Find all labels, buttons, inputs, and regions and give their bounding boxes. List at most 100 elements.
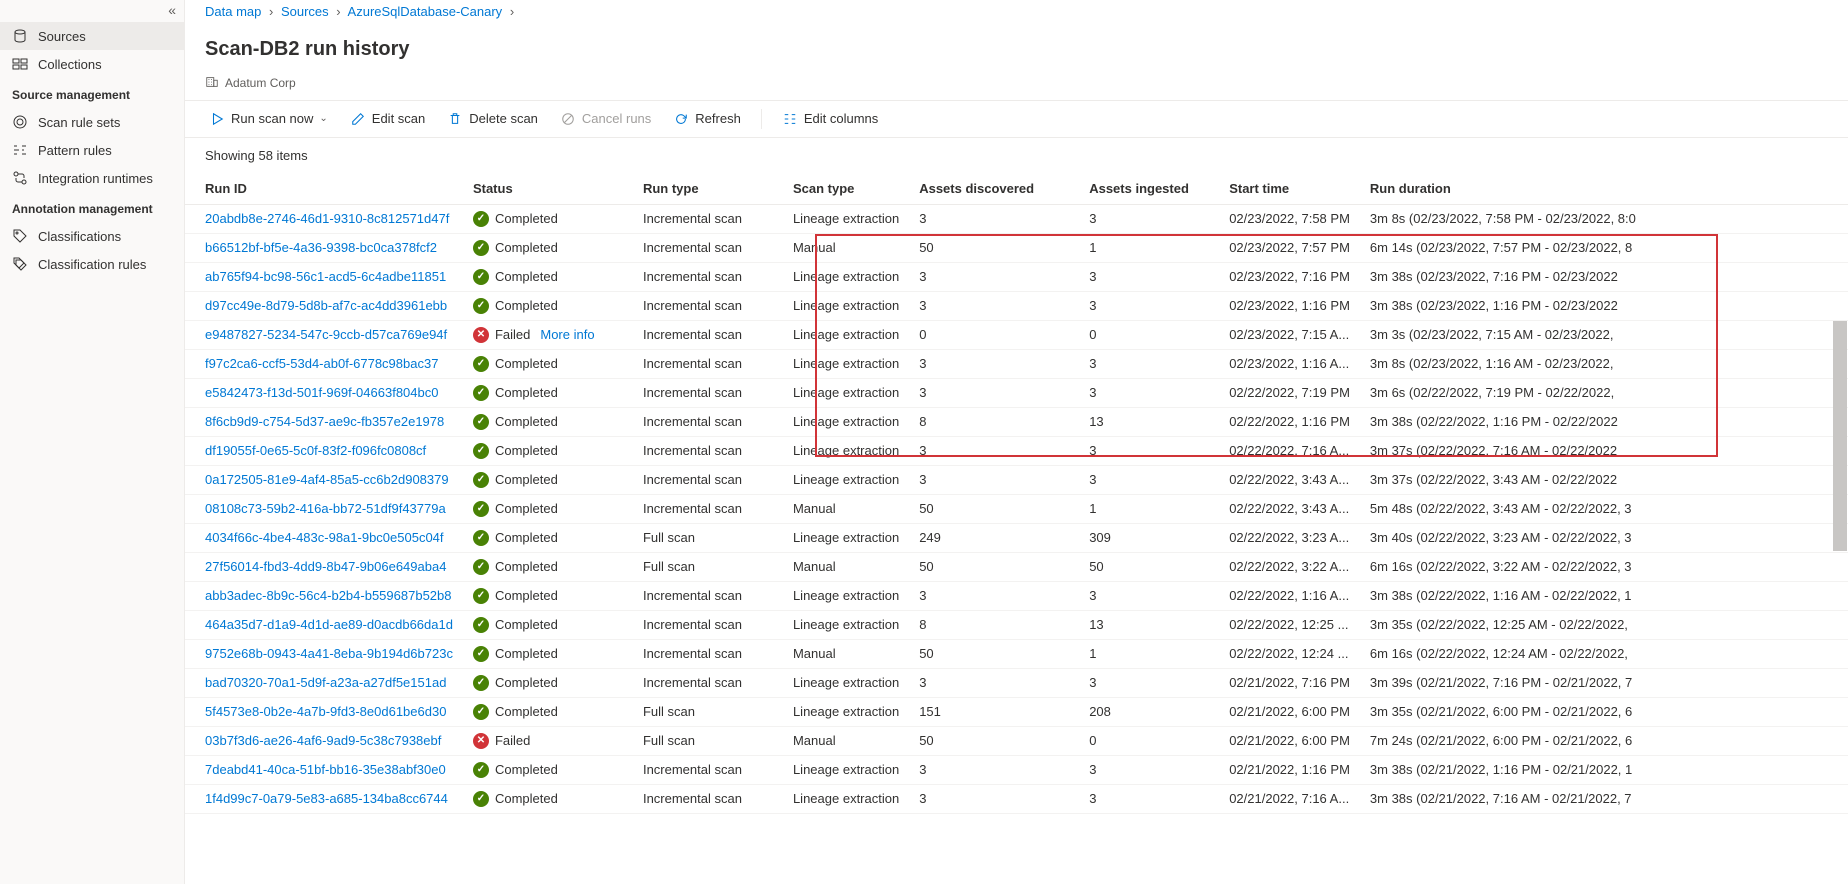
- cell-start: 02/22/2022, 1:16 PM: [1219, 407, 1360, 436]
- table-row[interactable]: abb3adec-8b9c-56c4-b2b4-b559687b52b8✓Com…: [185, 581, 1848, 610]
- table-row[interactable]: 8f6cb9d9-c754-5d37-ae9c-fb357e2e1978✓Com…: [185, 407, 1848, 436]
- cell-scantype: Lineage extraction: [783, 291, 909, 320]
- runid-link[interactable]: 5f4573e8-0b2e-4a7b-9fd3-8e0d61be6d30: [205, 704, 446, 719]
- result-summary: Showing 58 items: [185, 138, 1848, 173]
- runid-link[interactable]: 0a172505-81e9-4af4-85a5-cc6b2d908379: [205, 472, 449, 487]
- table-row[interactable]: 03b7f3d6-ae26-4af6-9ad9-5c38c7938ebf✕Fai…: [185, 726, 1848, 755]
- edit-columns-button[interactable]: Edit columns: [774, 107, 886, 131]
- table-row[interactable]: 5f4573e8-0b2e-4a7b-9fd3-8e0d61be6d30✓Com…: [185, 697, 1848, 726]
- refresh-button[interactable]: Refresh: [665, 107, 749, 131]
- col-scantype[interactable]: Scan type: [783, 173, 909, 205]
- toolbar: Run scan now ⌄ Edit scan Delete scan Ca: [185, 100, 1848, 138]
- runid-link[interactable]: 4034f66c-4be4-483c-98a1-9bc0e505c04f: [205, 530, 444, 545]
- cell-start: 02/21/2022, 6:00 PM: [1219, 726, 1360, 755]
- cell-runtype: Incremental scan: [633, 262, 783, 291]
- trash-icon: [447, 111, 463, 127]
- col-status[interactable]: Status: [463, 173, 633, 205]
- sidebar-item-sources[interactable]: Sources: [0, 22, 184, 50]
- col-assets-ingested[interactable]: Assets ingested: [1079, 173, 1219, 205]
- delete-scan-button[interactable]: Delete scan: [439, 107, 546, 131]
- edit-scan-button[interactable]: Edit scan: [342, 107, 433, 131]
- table-row[interactable]: 7deabd41-40ca-51bf-bb16-35e38abf30e0✓Com…: [185, 755, 1848, 784]
- runid-link[interactable]: e5842473-f13d-501f-969f-04663f804bc0: [205, 385, 438, 400]
- cell-start: 02/23/2022, 7:16 PM: [1219, 262, 1360, 291]
- sidebar-item-scan-rule-sets[interactable]: Scan rule sets: [0, 108, 184, 136]
- sidebar-item-label: Sources: [38, 29, 86, 44]
- cell-disc: 3: [909, 204, 1079, 233]
- table-row[interactable]: 4034f66c-4be4-483c-98a1-9bc0e505c04f✓Com…: [185, 523, 1848, 552]
- col-start-time[interactable]: Start time: [1219, 173, 1360, 205]
- collapse-icon[interactable]: «: [168, 2, 176, 18]
- runid-link[interactable]: b66512bf-bf5e-4a36-9398-bc0ca378fcf2: [205, 240, 437, 255]
- col-runid[interactable]: Run ID: [185, 173, 463, 205]
- table-row[interactable]: 1f4d99c7-0a79-5e83-a685-134ba8cc6744✓Com…: [185, 784, 1848, 813]
- col-run-duration[interactable]: Run duration: [1360, 173, 1848, 205]
- cell-scantype: Manual: [783, 726, 909, 755]
- runid-link[interactable]: d97cc49e-8d79-5d8b-af7c-ac4dd3961ebb: [205, 298, 447, 313]
- table-row[interactable]: 20abdb8e-2746-46d1-9310-8c812571d47f✓Com…: [185, 204, 1848, 233]
- runid-link[interactable]: 7deabd41-40ca-51bf-bb16-35e38abf30e0: [205, 762, 446, 777]
- run-scan-button[interactable]: Run scan now ⌄: [201, 107, 336, 131]
- table-row[interactable]: df19055f-0e65-5c0f-83f2-f096fc0808cf✓Com…: [185, 436, 1848, 465]
- breadcrumb: Data map › Sources › AzureSqlDatabase-Ca…: [185, 0, 1848, 23]
- table-row[interactable]: 464a35d7-d1a9-4d1d-ae89-d0acdb66da1d✓Com…: [185, 610, 1848, 639]
- sidebar-item-classifications[interactable]: Classifications: [0, 222, 184, 250]
- cell-disc: 50: [909, 552, 1079, 581]
- sidebar-item-collections[interactable]: Collections: [0, 50, 184, 78]
- cell-ing: 3: [1079, 291, 1219, 320]
- table-row[interactable]: e5842473-f13d-501f-969f-04663f804bc0✓Com…: [185, 378, 1848, 407]
- sidebar-item-pattern-rules[interactable]: Pattern rules: [0, 136, 184, 164]
- cell-scantype: Lineage extraction: [783, 407, 909, 436]
- table-row[interactable]: b66512bf-bf5e-4a36-9398-bc0ca378fcf2✓Com…: [185, 233, 1848, 262]
- runid-link[interactable]: e9487827-5234-547c-9ccb-d57ca769e94f: [205, 327, 447, 342]
- status-text: Completed: [495, 472, 558, 487]
- breadcrumb-item[interactable]: Sources: [281, 4, 329, 19]
- table-row[interactable]: ab765f94-bc98-56c1-acd5-6c4adbe11851✓Com…: [185, 262, 1848, 291]
- table-row[interactable]: d97cc49e-8d79-5d8b-af7c-ac4dd3961ebb✓Com…: [185, 291, 1848, 320]
- runid-link[interactable]: 08108c73-59b2-416a-bb72-51df9f43779a: [205, 501, 446, 516]
- scrollbar-thumb[interactable]: [1833, 321, 1847, 551]
- col-assets-discovered[interactable]: Assets discovered: [909, 173, 1079, 205]
- runid-link[interactable]: abb3adec-8b9c-56c4-b2b4-b559687b52b8: [205, 588, 452, 603]
- main-content: Data map › Sources › AzureSqlDatabase-Ca…: [185, 0, 1848, 884]
- check-icon: ✓: [473, 298, 489, 314]
- cell-dur: 3m 35s (02/21/2022, 6:00 PM - 02/21/2022…: [1360, 697, 1848, 726]
- runid-link[interactable]: 1f4d99c7-0a79-5e83-a685-134ba8cc6744: [205, 791, 448, 806]
- runid-link[interactable]: 8f6cb9d9-c754-5d37-ae9c-fb357e2e1978: [205, 414, 444, 429]
- cell-scantype: Lineage extraction: [783, 465, 909, 494]
- breadcrumb-item[interactable]: Data map: [205, 4, 261, 19]
- status-text: Completed: [495, 356, 558, 371]
- cell-scantype: Lineage extraction: [783, 349, 909, 378]
- tenant-name: Adatum Corp: [225, 76, 296, 90]
- table-row[interactable]: 27f56014-fbd3-4dd9-8b47-9b06e649aba4✓Com…: [185, 552, 1848, 581]
- table-row[interactable]: f97c2ca6-ccf5-53d4-ab0f-6778c98bac37✓Com…: [185, 349, 1848, 378]
- cell-dur: 6m 14s (02/23/2022, 7:57 PM - 02/23/2022…: [1360, 233, 1848, 262]
- table-row[interactable]: 08108c73-59b2-416a-bb72-51df9f43779a✓Com…: [185, 494, 1848, 523]
- runid-link[interactable]: 9752e68b-0943-4a41-8eba-9b194d6b723c: [205, 646, 453, 661]
- cell-ing: 3: [1079, 436, 1219, 465]
- table-row[interactable]: bad70320-70a1-5d9f-a23a-a27df5e151ad✓Com…: [185, 668, 1848, 697]
- runid-link[interactable]: df19055f-0e65-5c0f-83f2-f096fc0808cf: [205, 443, 426, 458]
- sidebar-item-classification-rules[interactable]: Classification rules: [0, 250, 184, 278]
- runid-link[interactable]: 27f56014-fbd3-4dd9-8b47-9b06e649aba4: [205, 559, 446, 574]
- status-text: Completed: [495, 414, 558, 429]
- col-runtype[interactable]: Run type: [633, 173, 783, 205]
- runid-link[interactable]: bad70320-70a1-5d9f-a23a-a27df5e151ad: [205, 675, 446, 690]
- more-info-link[interactable]: More info: [540, 327, 594, 342]
- sidebar-section-annotation: Annotation management: [0, 196, 184, 222]
- table-row[interactable]: e9487827-5234-547c-9ccb-d57ca769e94f✕Fai…: [185, 320, 1848, 349]
- runid-link[interactable]: 20abdb8e-2746-46d1-9310-8c812571d47f: [205, 211, 449, 226]
- sidebar-item-integration-runtimes[interactable]: Integration runtimes: [0, 164, 184, 192]
- status-text: Completed: [495, 559, 558, 574]
- runid-link[interactable]: 03b7f3d6-ae26-4af6-9ad9-5c38c7938ebf: [205, 733, 441, 748]
- cell-ing: 1: [1079, 494, 1219, 523]
- runid-link[interactable]: 464a35d7-d1a9-4d1d-ae89-d0acdb66da1d: [205, 617, 453, 632]
- table-row[interactable]: 0a172505-81e9-4af4-85a5-cc6b2d908379✓Com…: [185, 465, 1848, 494]
- cell-disc: 3: [909, 581, 1079, 610]
- runid-link[interactable]: f97c2ca6-ccf5-53d4-ab0f-6778c98bac37: [205, 356, 438, 371]
- check-icon: ✓: [473, 646, 489, 662]
- breadcrumb-item[interactable]: AzureSqlDatabase-Canary: [348, 4, 503, 19]
- cell-ing: 13: [1079, 407, 1219, 436]
- table-row[interactable]: 9752e68b-0943-4a41-8eba-9b194d6b723c✓Com…: [185, 639, 1848, 668]
- runid-link[interactable]: ab765f94-bc98-56c1-acd5-6c4adbe11851: [205, 269, 446, 284]
